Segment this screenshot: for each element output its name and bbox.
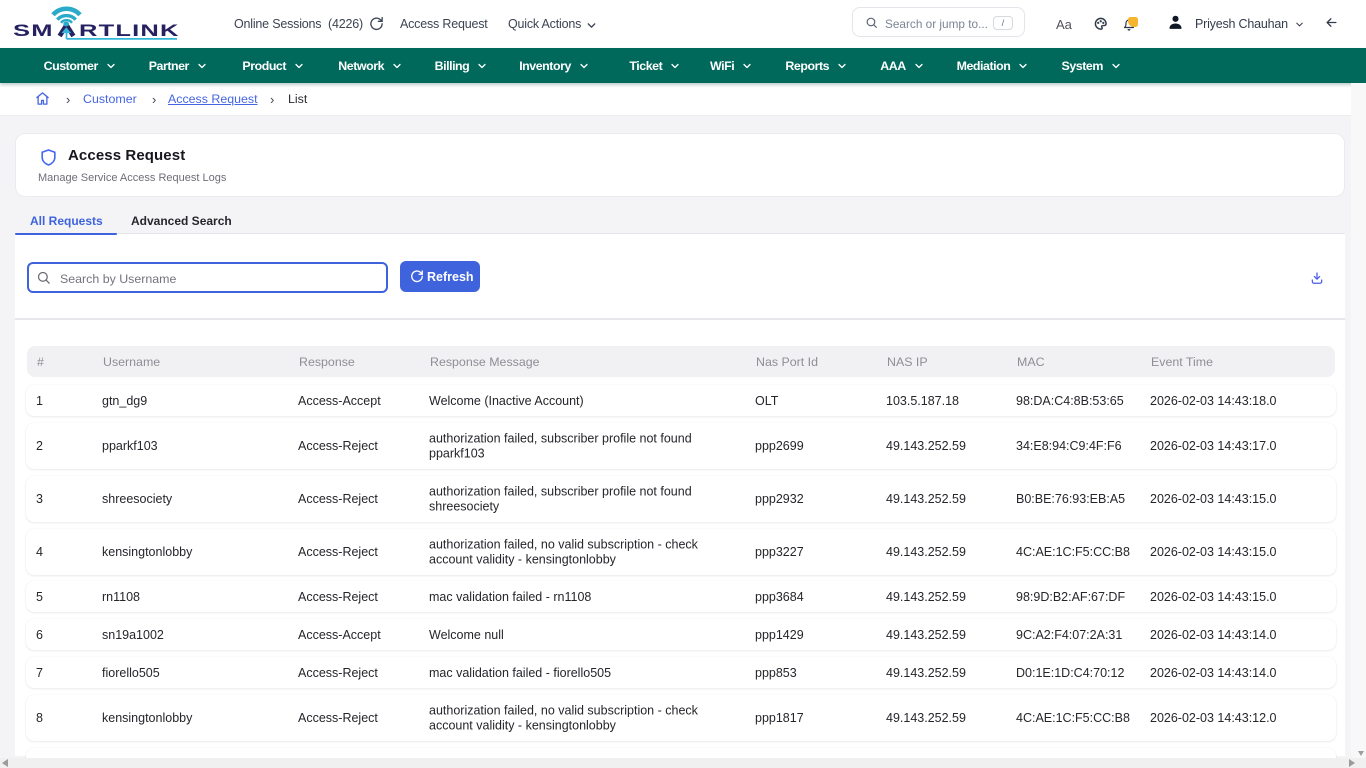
svg-text:SM: SM [13,20,54,40]
svg-text:RTLINK: RTLINK [79,20,180,40]
